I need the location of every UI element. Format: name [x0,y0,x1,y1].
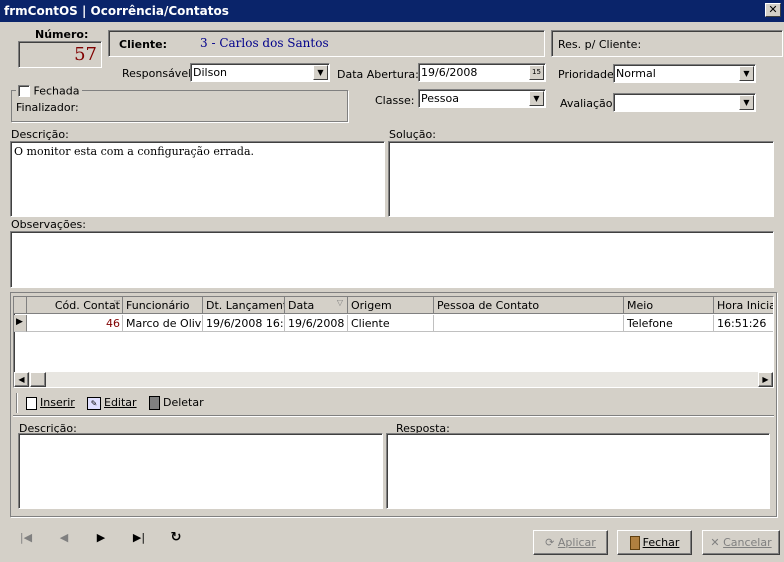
classe-select[interactable]: Pessoa ▼ [418,89,546,108]
chevron-down-icon[interactable]: ▼ [529,91,544,106]
solucao-textarea[interactable] [388,141,774,217]
fechada-checkbox-wrap[interactable]: Fechada [16,84,83,98]
window-titlebar: frmContOS | Ocorrência/Contatos [0,0,784,22]
fechada-checkbox[interactable] [18,85,30,97]
row-indicator-icon: ▶ [14,315,27,332]
grid-cell-funcionario[interactable]: Marco de Oliveir [123,315,203,332]
classe-value: Pessoa [421,92,459,105]
scroll-thumb[interactable] [30,372,46,387]
grid-header-pessoa[interactable]: Pessoa de Contato [434,297,624,314]
deletar-button[interactable]: Deletar [149,394,204,414]
close-icon[interactable]: ✕ [765,3,781,17]
calendar-icon[interactable]: 15 [529,65,544,80]
nav-last-icon[interactable]: ▶| [129,531,149,549]
numero-box: 57 [18,41,102,68]
data-abertura-field[interactable]: 19/6/2008 15 [418,63,546,82]
prioridade-value: Normal [616,67,656,80]
chevron-down-icon[interactable]: ▼ [739,95,754,110]
observacoes-textarea[interactable] [10,231,774,288]
nav-next-icon[interactable]: ▶ [91,531,111,549]
descricao-textarea[interactable]: O monitor esta com a configuração errada… [10,141,385,217]
grid-cell-data[interactable]: 19/6/2008 [285,315,348,332]
data-abertura-label: Data Abertura: [337,68,419,81]
cancelar-button[interactable]: ✕ Cancelar [702,530,780,555]
avaliacao-label: Avaliação: [560,97,617,110]
scroll-right-icon[interactable]: ▶ [758,372,773,387]
resposta-textarea[interactable] [386,433,770,509]
fechada-label: Fechada [33,84,80,98]
nav-first-icon[interactable]: |◀ [16,531,36,549]
finalizador-label: Finalizador: [16,101,79,114]
editar-button[interactable]: ✎ Editar [87,394,137,414]
grid-hscrollbar[interactable]: ◀ ▶ [14,372,773,387]
data-abertura-value: 19/6/2008 [421,66,478,79]
toolbar-separator [16,393,18,413]
grid-header-funcionario[interactable]: Funcionário [123,297,203,314]
grid-header-hora-inicial[interactable]: Hora Inicial [714,297,773,314]
descricao-value: O monitor esta com a configuração errada… [14,145,255,158]
grid-indicator-header [14,297,27,314]
responsavel-label: Responsável: [122,67,195,80]
prioridade-label: Prioridade: [558,68,618,81]
descricao-label: Descrição: [11,128,69,141]
contatos-grid: Cód. Contat▽ Funcionário Dt. Lançamento … [13,296,774,388]
grid-cell-meio[interactable]: Telefone [624,315,714,332]
numero-label: Número: [35,28,89,41]
prioridade-select[interactable]: Normal ▼ [613,64,756,83]
sort-icon: ▽ [336,298,343,307]
grid-header-origem[interactable]: Origem [348,297,434,314]
chevron-down-icon[interactable]: ▼ [739,66,754,81]
grid-header-data[interactable]: Data ▽ [285,297,348,314]
door-icon [629,536,640,550]
numero-value: 57 [74,44,97,65]
trash-icon [149,396,160,410]
chevron-down-icon[interactable]: ▼ [313,65,328,80]
aplicar-icon: ⟳ [545,536,558,549]
refresh-icon[interactable]: ↻ [166,530,186,548]
window-title: frmContOS | Ocorrência/Contatos [4,4,229,18]
edit-icon: ✎ [87,396,101,410]
inserir-button[interactable]: Inserir [26,394,75,414]
cliente-box: Cliente: 3 - Carlos dos Santos [108,30,545,57]
responsavel-select[interactable]: Dilson ▼ [190,63,330,82]
grid-header-meio[interactable]: Meio [624,297,714,314]
grid-cell-origem[interactable]: Cliente [348,315,434,332]
scroll-left-icon[interactable]: ◀ [14,372,29,387]
nav-prev-icon[interactable]: ◀ [54,531,74,549]
avaliacao-select[interactable]: ▼ [613,93,756,112]
solucao-label: Solução: [389,128,436,141]
cliente-value[interactable]: 3 - Carlos dos Santos [200,36,329,50]
res-cliente-box: Res. p/ Cliente: [551,30,783,57]
fechar-button[interactable]: Fechar [617,530,692,555]
grid-cell-hora-inicial[interactable]: 16:51:26 [714,315,773,332]
grid-cell-codigo[interactable]: 46 [27,315,123,332]
res-cliente-label: Res. p/ Cliente: [558,38,642,51]
sort-icon: ▽ [113,298,120,307]
responsavel-value: Dilson [193,66,228,79]
grid-header-codigo[interactable]: Cód. Contat ▽ [27,297,123,314]
classe-label: Classe: [375,94,415,107]
observacoes-label: Observações: [11,218,86,231]
grid-cell-dt-lancamento[interactable]: 19/6/2008 16:51 [203,315,285,332]
toolbar-divider [13,415,774,417]
aplicar-button[interactable]: ⟳ Aplicar [533,530,608,555]
grid-header-dt-lancamento[interactable]: Dt. Lançamento [203,297,285,314]
cliente-label: Cliente: [119,38,168,51]
cancel-icon: ✕ [710,536,724,549]
new-document-icon [26,396,37,410]
contato-descricao-textarea[interactable] [18,433,383,509]
grid-cell-pessoa[interactable] [434,315,624,332]
